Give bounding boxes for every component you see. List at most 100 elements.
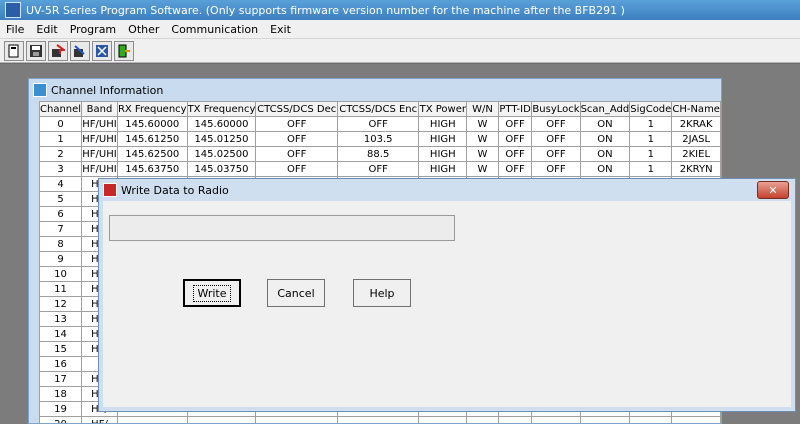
table-cell[interactable]: [116, 416, 188, 423]
table-cell[interactable]: 88.5: [336, 146, 420, 162]
table-cell[interactable]: [497, 416, 533, 423]
table-cell[interactable]: 145.63750: [116, 161, 188, 177]
table-cell[interactable]: W: [466, 161, 499, 177]
table-cell[interactable]: OFF: [336, 161, 420, 177]
table-cell[interactable]: 8: [39, 236, 83, 252]
table-cell[interactable]: 5: [39, 191, 83, 207]
table-cell[interactable]: 11: [39, 281, 83, 297]
table-cell[interactable]: OFF: [531, 161, 581, 177]
table-cell[interactable]: 9: [39, 251, 83, 267]
table-cell[interactable]: 14: [39, 326, 83, 342]
table-cell[interactable]: OFF: [497, 131, 533, 147]
table-cell[interactable]: 1: [39, 131, 83, 147]
menu-exit[interactable]: Exit: [264, 23, 297, 36]
table-cell[interactable]: 2KIEL: [671, 146, 721, 162]
table-cell[interactable]: [186, 416, 257, 423]
table-cell[interactable]: 145.61250: [116, 131, 188, 147]
table-cell[interactable]: [466, 416, 499, 423]
read-from-radio-button[interactable]: [48, 40, 68, 61]
table-cell[interactable]: OFF: [255, 161, 338, 177]
write-to-radio-button[interactable]: [70, 40, 90, 61]
table-cell[interactable]: W: [466, 131, 499, 147]
table-cell[interactable]: HF/UHI: [81, 161, 118, 177]
table-cell[interactable]: HIGH: [418, 146, 468, 162]
table-cell[interactable]: 1: [629, 146, 673, 162]
menu-file[interactable]: File: [0, 23, 30, 36]
table-row[interactable]: 0 HF/UHI 145.60000 145.60000 OFF OFF HIGH W OFF O…: [39, 116, 721, 132]
table-cell[interactable]: ON: [579, 131, 631, 147]
table-cell[interactable]: [671, 416, 721, 423]
table-cell[interactable]: HIGH: [418, 161, 468, 177]
table-cell[interactable]: OFF: [497, 146, 533, 162]
table-cell[interactable]: [255, 416, 338, 423]
table-cell[interactable]: 7: [39, 221, 83, 237]
table-cell[interactable]: HIGH: [418, 131, 468, 147]
table-cell[interactable]: 2KRAK: [671, 116, 721, 132]
table-cell[interactable]: OFF: [531, 146, 581, 162]
table-cell[interactable]: [336, 416, 420, 423]
table-row[interactable]: 20HF/: [39, 416, 721, 423]
table-cell[interactable]: ON: [579, 116, 631, 132]
table-cell[interactable]: 2JASL: [671, 131, 721, 147]
table-cell[interactable]: [579, 416, 631, 423]
cancel-button[interactable]: Cancel: [267, 279, 325, 307]
menu-communication[interactable]: Communication: [165, 23, 264, 36]
table-cell[interactable]: [531, 416, 581, 423]
table-cell[interactable]: 0: [39, 116, 83, 132]
table-cell[interactable]: 10: [39, 266, 83, 282]
table-row[interactable]: 2 HF/UHI 145.62500 145.02500 OFF 88.5 HIGH W OFF…: [39, 146, 721, 162]
table-row[interactable]: 1 HF/UHI 145.61250 145.01250 OFF 103.5 HIGH W OF…: [39, 131, 721, 147]
table-cell[interactable]: OFF: [531, 116, 581, 132]
menu-program[interactable]: Program: [64, 23, 122, 36]
new-button[interactable]: [4, 40, 24, 61]
table-cell[interactable]: OFF: [255, 116, 338, 132]
table-cell[interactable]: OFF: [255, 131, 338, 147]
table-cell[interactable]: ON: [579, 146, 631, 162]
table-cell[interactable]: HF/UHI: [81, 131, 118, 147]
table-cell[interactable]: 19: [39, 401, 83, 417]
table-cell[interactable]: 1: [629, 161, 673, 177]
table-cell[interactable]: HIGH: [418, 116, 468, 132]
table-cell[interactable]: 13: [39, 311, 83, 327]
table-row[interactable]: 3 HF/UHI 145.63750 145.03750 OFF OFF HIGH W OFF O…: [39, 161, 721, 177]
table-cell[interactable]: 145.60000: [186, 116, 257, 132]
table-cell[interactable]: W: [466, 146, 499, 162]
table-cell[interactable]: OFF: [531, 131, 581, 147]
table-cell[interactable]: 15: [39, 341, 83, 357]
table-cell[interactable]: 6: [39, 206, 83, 222]
table-cell[interactable]: ON: [579, 161, 631, 177]
write-button[interactable]: Write: [183, 279, 241, 307]
table-cell[interactable]: 4: [39, 176, 83, 192]
table-cell[interactable]: 3: [39, 161, 83, 177]
table-cell[interactable]: 18: [39, 386, 83, 402]
table-cell[interactable]: W: [466, 116, 499, 132]
table-cell[interactable]: 20: [39, 416, 83, 423]
menu-edit[interactable]: Edit: [30, 23, 63, 36]
table-cell[interactable]: 145.01250: [186, 131, 257, 147]
help-button[interactable]: Help: [353, 279, 411, 307]
table-cell[interactable]: HF/: [81, 416, 118, 423]
table-cell[interactable]: 145.60000: [116, 116, 188, 132]
table-cell[interactable]: [418, 416, 468, 423]
table-cell[interactable]: OFF: [497, 116, 533, 132]
menu-other[interactable]: Other: [122, 23, 165, 36]
table-cell[interactable]: 16: [39, 356, 83, 372]
table-cell[interactable]: 1: [629, 116, 673, 132]
table-cell[interactable]: [629, 416, 673, 423]
table-cell[interactable]: 145.02500: [186, 146, 257, 162]
table-cell[interactable]: 2: [39, 146, 83, 162]
table-cell[interactable]: OFF: [336, 116, 420, 132]
table-cell[interactable]: HF/UHI: [81, 146, 118, 162]
exit-button[interactable]: [114, 40, 134, 61]
table-cell[interactable]: 12: [39, 296, 83, 312]
print-button[interactable]: [92, 40, 112, 61]
save-button[interactable]: [26, 40, 46, 61]
table-cell[interactable]: 145.62500: [116, 146, 188, 162]
table-cell[interactable]: 145.03750: [186, 161, 257, 177]
dialog-close-button[interactable]: ✕: [757, 181, 789, 199]
table-cell[interactable]: OFF: [255, 146, 338, 162]
table-cell[interactable]: 1: [629, 131, 673, 147]
table-cell[interactable]: 103.5: [336, 131, 420, 147]
table-cell[interactable]: OFF: [497, 161, 533, 177]
table-cell[interactable]: HF/UHI: [81, 116, 118, 132]
